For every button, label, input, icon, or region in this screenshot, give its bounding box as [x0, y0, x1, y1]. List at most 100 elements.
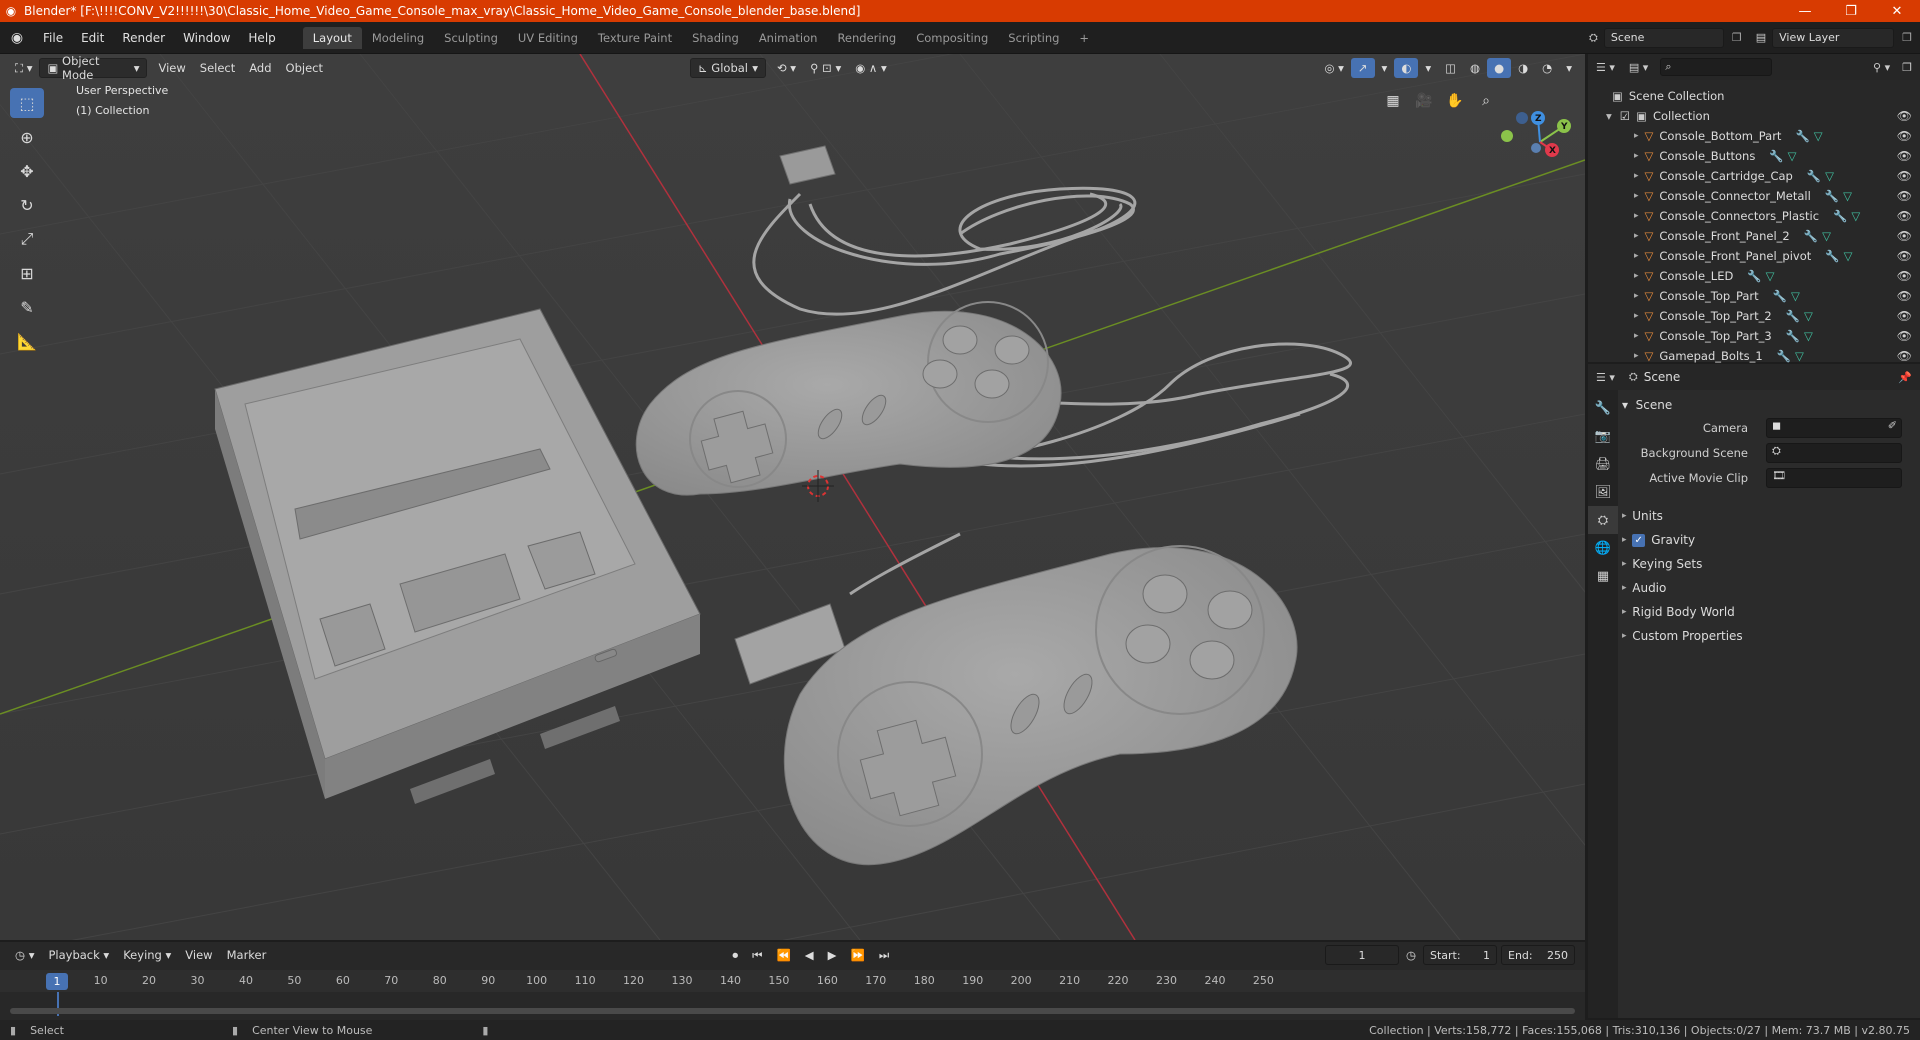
mesh-data-icon[interactable]: ▽ [1851, 209, 1860, 223]
menu-file[interactable]: File [34, 31, 72, 45]
expand-arrow-icon[interactable]: ▸ [1634, 211, 1639, 221]
workspace-tab-sculpting[interactable]: Sculpting [434, 27, 508, 49]
workspace-tab-uv-editing[interactable]: UV Editing [508, 27, 588, 49]
timeline-menu-playback[interactable]: Playback ▾ [41, 945, 116, 965]
zoom-icon[interactable]: ⌕ [1473, 88, 1499, 114]
play-icon[interactable]: ▶ [821, 945, 844, 965]
gravity-checkbox[interactable]: ✓ [1632, 533, 1646, 547]
modifier-wrench-icon[interactable]: 🔧 [1825, 249, 1839, 263]
menu-help[interactable]: Help [239, 31, 284, 45]
subpanel-audio[interactable]: ▸ Audio [1622, 577, 1916, 599]
menu-render[interactable]: Render [113, 31, 174, 45]
preview-range-icon[interactable]: ◷ [1399, 945, 1423, 965]
visibility-eye-icon[interactable]: 👁 [1897, 129, 1912, 143]
visibility-eye-icon[interactable]: 👁 [1897, 249, 1912, 263]
jump-end-icon[interactable]: ⏭ [872, 945, 896, 965]
outliner-object-row[interactable]: ▸ ▽ Console_LED 🔧 ▽ 👁 [1588, 266, 1920, 286]
new-view-layer-icon[interactable]: ❐ [1894, 31, 1920, 44]
timeline-menu-keying[interactable]: Keying ▾ [116, 945, 178, 965]
scale-tool-icon[interactable]: ⤢ [10, 224, 44, 254]
modifier-wrench-icon[interactable]: 🔧 [1825, 189, 1839, 203]
render-tab-icon[interactable]: 📷 [1588, 422, 1618, 450]
visibility-eye-icon[interactable]: 👁 [1897, 149, 1912, 163]
output-tab-icon[interactable]: 🖨 [1588, 450, 1618, 478]
timeline-editor-type-icon[interactable]: ◷ ▾ [8, 945, 41, 965]
visibility-eye-icon[interactable]: 👁 [1897, 209, 1912, 223]
visibility-eye-icon[interactable]: 👁 [1897, 169, 1912, 183]
modifier-wrench-icon[interactable]: 🔧 [1773, 289, 1787, 303]
visibility-eye-icon[interactable]: 👁 [1897, 189, 1912, 203]
jump-keyframe-back-icon[interactable]: ⏪ [769, 945, 797, 965]
modifier-wrench-icon[interactable]: 🔧 [1786, 309, 1800, 323]
editor-type-icon[interactable]: ⛶ ▾ [8, 58, 39, 78]
outliner-object-row[interactable]: ▸ ▽ Console_Connector_Metall 🔧 ▽ 👁 [1588, 186, 1920, 206]
blender-menu-icon[interactable]: ◉ [0, 30, 34, 46]
outliner-object-row[interactable]: ▸ ▽ Console_Top_Part_3 🔧 ▽ 👁 [1588, 326, 1920, 346]
pan-hand-icon[interactable]: ✋ [1442, 88, 1468, 114]
expand-arrow-icon[interactable]: ▸ [1634, 351, 1639, 361]
jump-start-icon[interactable]: ⏮ [745, 945, 769, 965]
outliner-object-row[interactable]: ▸ ▽ Console_Front_Panel_2 🔧 ▽ 👁 [1588, 226, 1920, 246]
measure-tool-icon[interactable]: 📐 [10, 326, 44, 356]
mesh-data-icon[interactable]: ▽ [1822, 229, 1831, 243]
workspace-tab-rendering[interactable]: Rendering [827, 27, 906, 49]
scene-name-field[interactable]: Scene [1603, 27, 1724, 48]
viewport-menu-select[interactable]: Select [193, 58, 242, 78]
rotate-tool-icon[interactable]: ↻ [10, 190, 44, 220]
mesh-data-icon[interactable]: ▽ [1825, 169, 1834, 183]
transform-orientation-selector[interactable]: ⊾ Global ▾ [690, 58, 766, 78]
expand-arrow-icon[interactable]: ▸ [1634, 171, 1639, 181]
mesh-data-icon[interactable]: ▽ [1804, 329, 1813, 343]
close-button[interactable]: ✕ [1874, 4, 1920, 19]
add-workspace-button[interactable]: + [1069, 27, 1099, 49]
subpanel-rigid-body-world[interactable]: ▸ Rigid Body World [1622, 601, 1916, 623]
expand-arrow-icon[interactable]: ▸ [1634, 231, 1639, 241]
play-reverse-icon[interactable]: ◀ [798, 945, 821, 965]
tool-tab-icon[interactable]: 🔧 [1588, 394, 1618, 422]
camera-field[interactable]: ◼ ✐ [1766, 418, 1902, 438]
subpanel-keying-sets[interactable]: ▸ Keying Sets [1622, 553, 1916, 575]
visibility-eye-icon[interactable]: 👁 [1897, 329, 1912, 343]
eyedropper-icon[interactable]: ✐ [1888, 419, 1897, 432]
expand-arrow-icon[interactable]: ▸ [1634, 251, 1639, 261]
new-scene-icon[interactable]: ❐ [1724, 31, 1750, 44]
workspace-tab-shading[interactable]: Shading [682, 27, 749, 49]
outliner-object-row[interactable]: ▸ ▽ Console_Top_Part 🔧 ▽ 👁 [1588, 286, 1920, 306]
start-frame-field[interactable]: Start: 1 [1423, 945, 1497, 965]
record-button[interactable]: ⏺ [725, 945, 745, 965]
modifier-wrench-icon[interactable]: 🔧 [1833, 209, 1847, 223]
pin-icon[interactable]: 📌 [1890, 371, 1920, 384]
gizmo-menu-icon[interactable]: ▾ [1375, 58, 1395, 78]
overlays-menu-icon[interactable]: ▾ [1418, 58, 1438, 78]
modifier-wrench-icon[interactable]: 🔧 [1795, 129, 1809, 143]
timeline-menu-view[interactable]: View [178, 945, 219, 965]
subpanel-gravity[interactable]: ▸ ✓ Gravity [1622, 529, 1916, 551]
workspace-tab-animation[interactable]: Animation [749, 27, 828, 49]
workspace-tab-compositing[interactable]: Compositing [906, 27, 998, 49]
wireframe-shading-icon[interactable]: ◍ [1463, 58, 1487, 78]
workspace-tab-layout[interactable]: Layout [302, 26, 362, 49]
modifier-wrench-icon[interactable]: 🔧 [1786, 329, 1800, 343]
menu-edit[interactable]: Edit [72, 31, 113, 45]
modifier-wrench-icon[interactable]: 🔧 [1807, 169, 1821, 183]
expand-arrow-icon[interactable]: ▸ [1634, 191, 1639, 201]
transform-tool-icon[interactable]: ⊞ [10, 258, 44, 288]
active-movie-clip-field[interactable]: 🎞 [1766, 468, 1902, 488]
outliner-object-row[interactable]: ▸ ▽ Console_Top_Part_2 🔧 ▽ 👁 [1588, 306, 1920, 326]
mesh-data-icon[interactable]: ▽ [1814, 129, 1823, 143]
mesh-data-icon[interactable]: ▽ [1843, 189, 1852, 203]
workspace-tab-scripting[interactable]: Scripting [998, 27, 1069, 49]
scene-panel-header[interactable]: ▾ Scene [1622, 394, 1916, 416]
frame-ruler[interactable]: 10 20 30 40 50 60 70 80 90 100 110 120 130 140 150 160 1… [0, 970, 1585, 992]
3d-viewport[interactable]: Y Z X ⛶ ▾ ▣ Object Mode ▾ View Select Ad… [0, 54, 1585, 940]
visibility-eye-icon[interactable]: 👁 [1897, 229, 1912, 243]
modifier-wrench-icon[interactable]: 🔧 [1777, 349, 1791, 363]
mesh-data-icon[interactable]: ▽ [1788, 149, 1797, 163]
outliner-object-row[interactable]: ▸ ▽ Console_Connectors_Plastic 🔧 ▽ 👁 [1588, 206, 1920, 226]
outliner-collection[interactable]: ▾ ☑ ▣ Collection 👁 [1588, 106, 1920, 126]
shading-menu-icon[interactable]: ▾ [1559, 58, 1579, 78]
visibility-icon[interactable]: ◎ ▾ [1317, 58, 1350, 78]
outliner-object-row[interactable]: ▸ ▽ Gamepad_Bolts_1 🔧 ▽ 👁 [1588, 346, 1920, 366]
rendered-shading-icon[interactable]: ◔ [1535, 58, 1559, 78]
menu-window[interactable]: Window [174, 31, 239, 45]
